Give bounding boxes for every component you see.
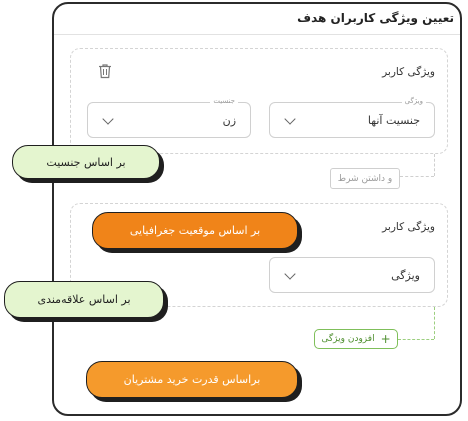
card-2-title: ویژگی کاربر	[382, 221, 435, 233]
callout-gender: بر اساس جنسیت	[12, 145, 160, 179]
callout-location-label: بر اساس موقعیت جغرافیایی	[129, 224, 261, 237]
callout-interest-label: بر اساس علاقه‌مندی	[37, 293, 131, 306]
add-connector-line	[398, 339, 434, 340]
panel-title: تعیین ویژگی کاربران هدف	[297, 11, 454, 25]
add-connector-line	[434, 307, 435, 339]
property-select[interactable]: ویژگی جنسیت آنها	[269, 97, 435, 138]
plus-icon: +	[380, 332, 391, 346]
property-select-value: جنسیت آنها	[367, 114, 420, 127]
property-select-label: ویژگی	[401, 97, 426, 105]
chevron-down-icon	[284, 113, 296, 125]
gender-select[interactable]: جنسیت زن	[87, 97, 251, 138]
callout-location: بر اساس موقعیت جغرافیایی	[92, 212, 298, 249]
callout-interest: بر اساس علاقه‌مندی	[4, 281, 164, 318]
property-select-2-value: ویژگی	[391, 269, 420, 282]
connector-line	[434, 154, 435, 176]
card-1-title: ویژگی کاربر	[382, 66, 435, 78]
add-property-label: افزودن ویژگی	[321, 334, 375, 344]
add-property-button[interactable]: + افزودن ویژگی	[314, 329, 398, 349]
callout-purchase-power-label: براساس قدرت خرید مشتریان	[123, 373, 261, 386]
callout-purchase-power: براساس قدرت خرید مشتریان	[86, 361, 298, 398]
target-users-panel: تعیین ویژگی کاربران هدف ویژگی کاربر ویژگ…	[52, 2, 462, 416]
and-condition-label: و داشتن شرط	[337, 173, 393, 184]
gender-select-value: زن	[222, 114, 236, 127]
gender-select-label: جنسیت	[210, 97, 238, 105]
and-condition-chip[interactable]: و داشتن شرط	[330, 168, 400, 189]
connector-line	[400, 176, 434, 177]
title-divider	[54, 34, 460, 35]
callout-gender-label: بر اساس جنسیت	[46, 155, 126, 169]
property-select-2[interactable]: ویژگی	[269, 257, 435, 293]
chevron-down-icon	[284, 268, 296, 280]
chevron-down-icon	[102, 113, 114, 125]
trash-icon[interactable]	[98, 63, 112, 79]
property-card-1: ویژگی کاربر ویژگی جنسیت آنها جنسیت زن	[70, 48, 448, 154]
